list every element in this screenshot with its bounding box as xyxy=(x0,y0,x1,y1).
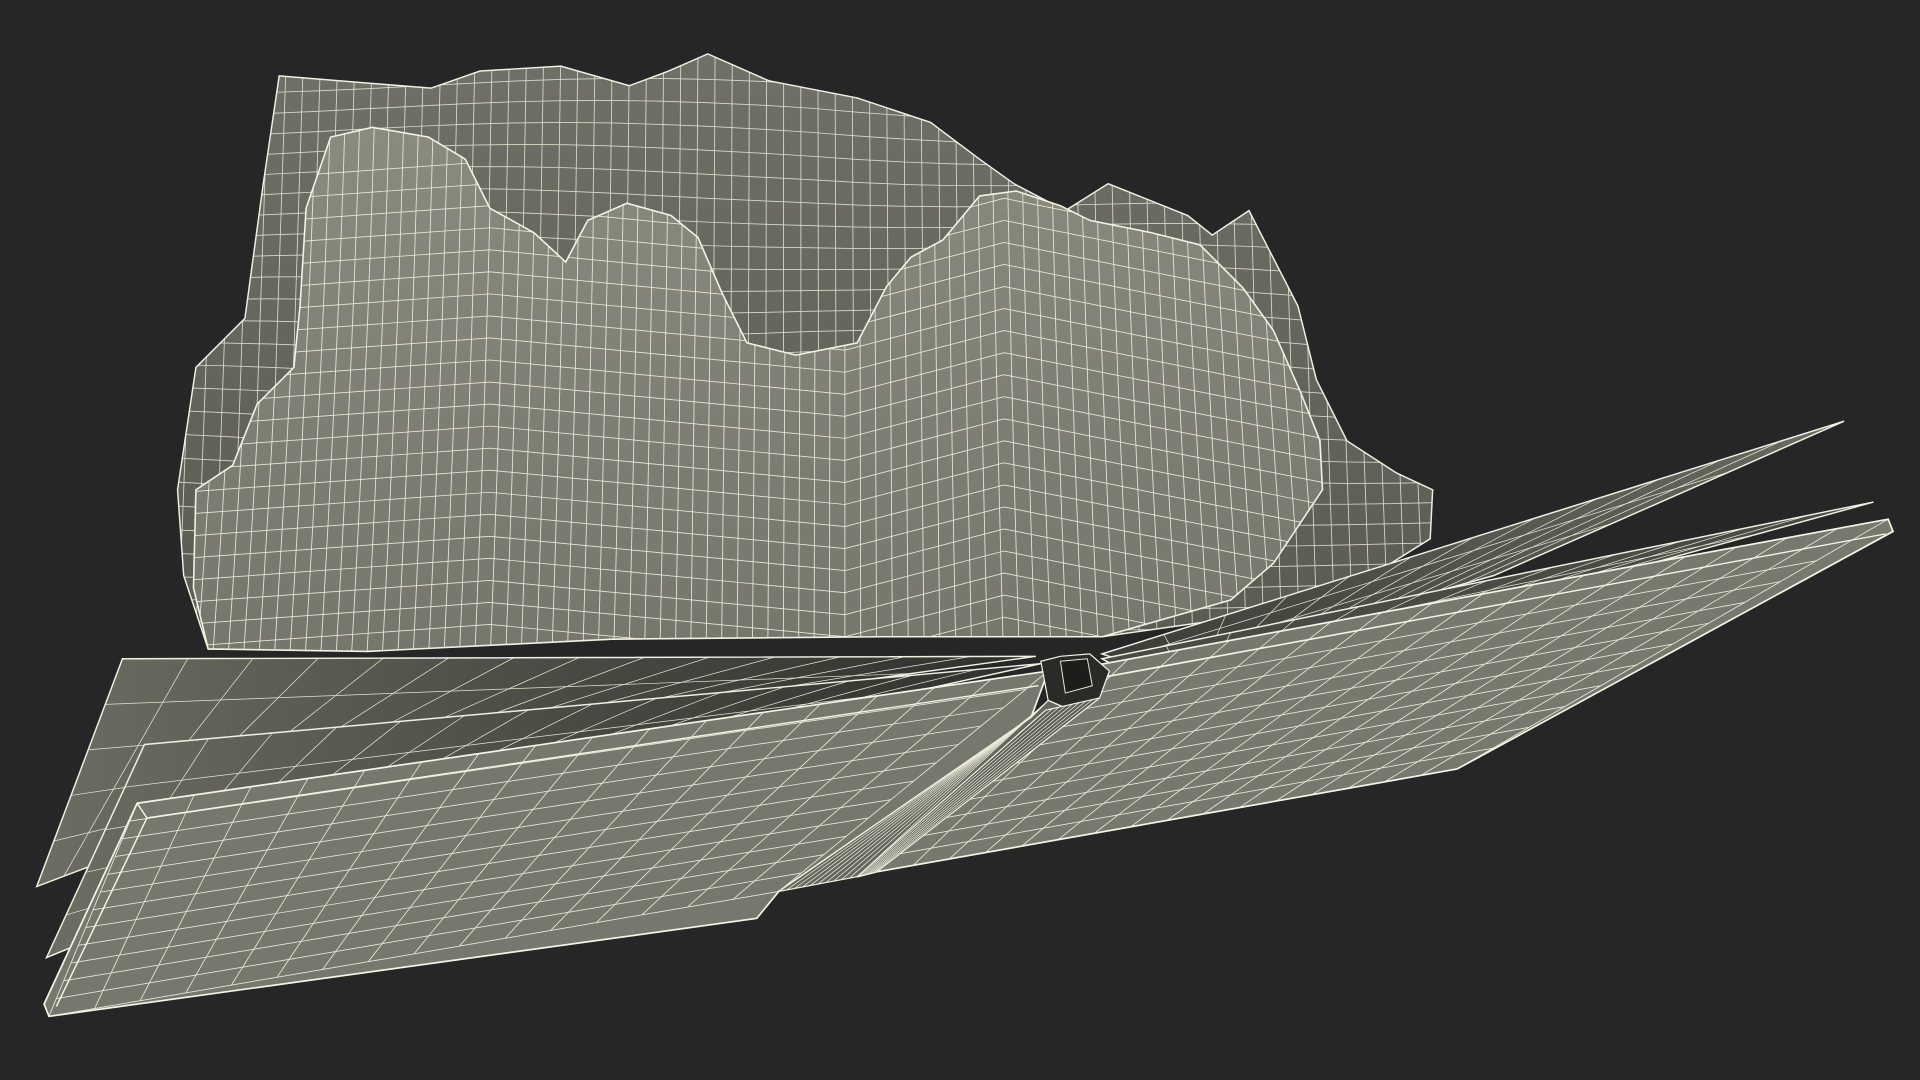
render-viewport xyxy=(0,0,1920,1080)
wireframe-scene xyxy=(35,53,1895,1018)
